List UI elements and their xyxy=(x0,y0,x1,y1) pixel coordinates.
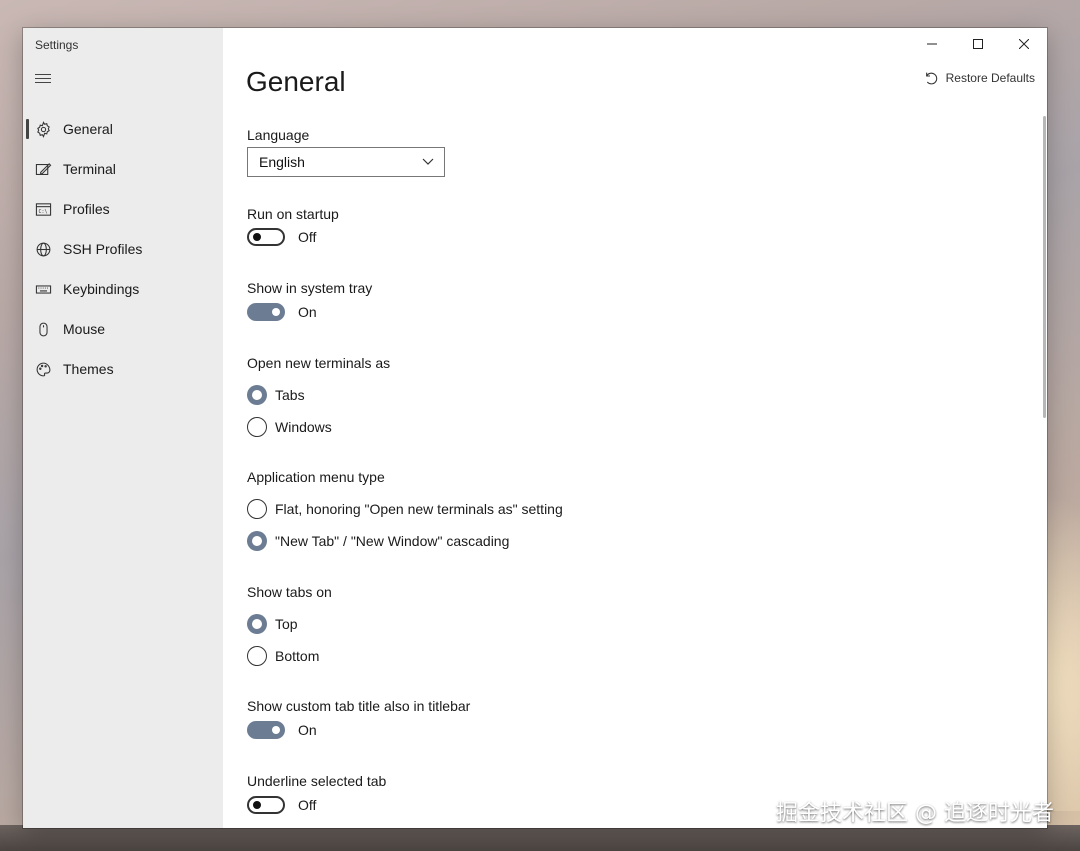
run-on-startup-toggle[interactable]: Off xyxy=(247,228,316,246)
radio-indicator xyxy=(247,417,267,437)
toggle-state: Off xyxy=(298,229,317,245)
sidebar-item-keybindings[interactable]: Keybindings xyxy=(23,269,223,309)
sidebar-item-ssh-profiles[interactable]: SSH Profiles xyxy=(23,229,223,269)
sidebar-item-themes[interactable]: Themes xyxy=(23,349,223,389)
radio-label: Top xyxy=(275,616,298,632)
radio-indicator xyxy=(247,531,267,551)
radio-cascading-menu[interactable]: "New Tab" / "New Window" cascading xyxy=(247,531,509,551)
toggle-state: Off xyxy=(298,797,317,813)
radio-indicator xyxy=(247,646,267,666)
maximize-button[interactable] xyxy=(955,28,1001,60)
sidebar-item-general[interactable]: General xyxy=(23,109,223,149)
open-new-terminals-label: Open new terminals as xyxy=(247,355,391,371)
radio-indicator xyxy=(247,385,267,405)
undo-icon xyxy=(925,72,937,85)
sidebar: Settings General Terminal C:\ Profiles S… xyxy=(23,28,223,828)
sidebar-item-mouse[interactable]: Mouse xyxy=(23,309,223,349)
run-on-startup-label: Run on startup xyxy=(247,206,339,222)
hamburger-menu-icon[interactable] xyxy=(35,74,51,84)
radio-indicator xyxy=(247,499,267,519)
close-button[interactable] xyxy=(1001,28,1047,60)
radio-label: Bottom xyxy=(275,648,320,664)
palette-icon xyxy=(34,360,52,378)
custom-tab-title-toggle[interactable]: On xyxy=(247,721,317,739)
toggle-state: On xyxy=(298,722,317,738)
sidebar-item-label: SSH Profiles xyxy=(63,241,143,257)
show-tabs-on-label: Show tabs on xyxy=(247,584,332,600)
toggle-switch xyxy=(247,796,285,814)
toggle-switch xyxy=(247,228,285,246)
sidebar-item-profiles[interactable]: C:\ Profiles xyxy=(23,189,223,229)
sidebar-item-label: Keybindings xyxy=(63,281,140,297)
radio-indicator xyxy=(247,614,267,634)
mouse-icon xyxy=(34,320,52,338)
window-controls xyxy=(909,28,1047,60)
scrollbar[interactable] xyxy=(1043,116,1046,418)
settings-window: Settings General Terminal C:\ Profiles S… xyxy=(23,28,1047,828)
sidebar-item-label: Themes xyxy=(63,361,114,377)
radio-label: "New Tab" / "New Window" cascading xyxy=(275,533,510,549)
language-label: Language xyxy=(247,127,310,143)
app-menu-type-label: Application menu type xyxy=(247,469,385,485)
terminal-pen-icon xyxy=(34,160,52,178)
radio-tabs[interactable]: Tabs xyxy=(247,385,305,405)
system-tray-label: Show in system tray xyxy=(247,280,373,296)
restore-defaults-label: Restore Defaults xyxy=(945,71,1035,85)
page-title: General xyxy=(246,66,346,97)
profiles-icon: C:\ xyxy=(34,200,52,218)
main-content: General Restore Defaults Language Englis… xyxy=(223,28,1047,828)
globe-icon xyxy=(34,240,52,258)
radio-flat-menu[interactable]: Flat, honoring "Open new terminals as" s… xyxy=(247,499,563,519)
sidebar-item-terminal[interactable]: Terminal xyxy=(23,149,223,189)
underline-tab-label: Underline selected tab xyxy=(247,773,387,789)
keyboard-icon xyxy=(34,280,52,298)
sidebar-nav: General Terminal C:\ Profiles SSH Profil… xyxy=(23,109,223,389)
radio-label: Windows xyxy=(275,419,332,435)
system-tray-toggle[interactable]: On xyxy=(247,303,317,321)
gear-icon xyxy=(34,120,52,138)
watermark-text: 掘金技术社区 @ 追逐时光者 xyxy=(776,801,1054,826)
sidebar-item-label: Mouse xyxy=(63,321,106,337)
radio-bottom[interactable]: Bottom xyxy=(247,646,319,666)
radio-label: Tabs xyxy=(275,387,305,403)
toggle-switch xyxy=(247,721,285,739)
toggle-state: On xyxy=(298,304,317,320)
language-select[interactable]: English xyxy=(247,147,445,177)
app-title: Settings xyxy=(35,38,79,52)
sidebar-item-label: Terminal xyxy=(63,161,116,177)
restore-defaults-button[interactable]: Restore Defaults xyxy=(922,70,1035,86)
svg-text:C:\: C:\ xyxy=(38,209,47,215)
underline-tab-toggle[interactable]: Off xyxy=(247,796,316,814)
toggle-switch xyxy=(247,303,285,321)
sidebar-item-label: General xyxy=(63,121,113,137)
sidebar-item-label: Profiles xyxy=(63,201,110,217)
custom-tab-title-label: Show custom tab title also in titlebar xyxy=(247,698,471,714)
radio-windows[interactable]: Windows xyxy=(247,417,332,437)
language-value: English xyxy=(259,154,305,170)
background-bottom xyxy=(0,825,1080,851)
radio-label: Flat, honoring "Open new terminals as" s… xyxy=(275,501,563,517)
radio-top[interactable]: Top xyxy=(247,614,298,634)
chevron-down-icon xyxy=(422,158,434,165)
minimize-button[interactable] xyxy=(909,28,955,60)
